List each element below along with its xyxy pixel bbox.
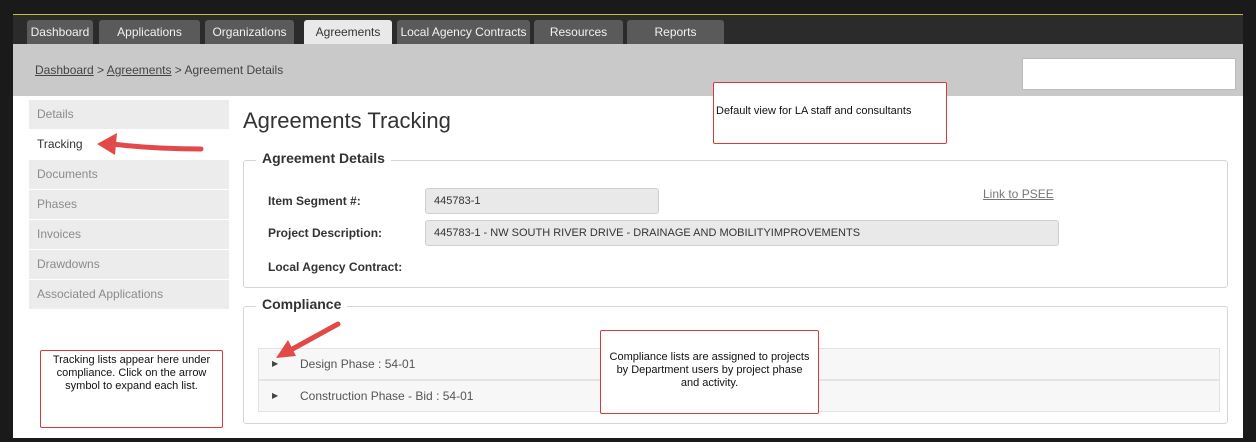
- page-title: Agreements Tracking: [243, 108, 451, 133]
- sidebar-item-details[interactable]: Details: [29, 100, 229, 130]
- callout-compliance-lists: Compliance lists are assigned to project…: [600, 330, 819, 414]
- callout-tracking-lists: Tracking lists appear here under complia…: [40, 350, 223, 428]
- top-nav: Dashboard Applications Organizations Agr…: [13, 14, 1243, 45]
- breadcrumb-separator: >: [174, 63, 182, 77]
- tab-resources[interactable]: Resources: [534, 20, 623, 45]
- sidebar-item-phases[interactable]: Phases: [29, 190, 229, 220]
- breadcrumb-link-dashboard[interactable]: Dashboard: [35, 63, 94, 77]
- caret-right-icon[interactable]: ▶: [272, 381, 278, 411]
- breadcrumb-link-agreements[interactable]: Agreements: [107, 63, 172, 77]
- compliance-row-label: Design Phase : 54-01: [300, 357, 416, 371]
- sidebar-item-documents[interactable]: Documents: [29, 160, 229, 190]
- local-agency-contract-label: Local Agency Contract:: [268, 260, 403, 274]
- breadcrumb-current: Agreement Details: [184, 63, 284, 77]
- tab-organizations[interactable]: Organizations: [205, 20, 294, 45]
- tab-agreements[interactable]: Agreements: [304, 20, 392, 45]
- project-description-label: Project Description:: [268, 226, 383, 240]
- item-segment-field[interactable]: 445783-1: [425, 188, 659, 214]
- project-description-field[interactable]: 445783-1 - NW SOUTH RIVER DRIVE - DRAINA…: [425, 220, 1059, 246]
- agreement-details-legend: Agreement Details: [256, 150, 391, 166]
- tab-applications[interactable]: Applications: [99, 20, 200, 45]
- link-to-psee[interactable]: Link to PSEE: [983, 187, 1054, 201]
- breadcrumb-bar: Dashboard > Agreements > Agreement Detai…: [13, 44, 1243, 96]
- sidebar: Details Tracking Documents Phases Invoic…: [29, 100, 229, 310]
- caret-right-icon[interactable]: ▶: [272, 349, 278, 379]
- breadcrumb: Dashboard > Agreements > Agreement Detai…: [35, 63, 283, 77]
- compliance-legend: Compliance: [256, 296, 348, 312]
- compliance-row-label: Construction Phase - Bid : 54-01: [300, 389, 474, 403]
- sidebar-item-drawdowns[interactable]: Drawdowns: [29, 250, 229, 280]
- breadcrumb-separator: >: [97, 63, 105, 77]
- tab-local-agency-contracts[interactable]: Local Agency Contracts: [397, 20, 530, 45]
- tab-reports[interactable]: Reports: [627, 20, 724, 45]
- callout-default-view: Default view for LA staff and consultant…: [713, 82, 947, 144]
- item-segment-label: Item Segment #:: [268, 194, 361, 208]
- sidebar-item-tracking[interactable]: Tracking: [29, 130, 229, 160]
- tab-dashboard[interactable]: Dashboard: [27, 20, 93, 45]
- sidebar-item-associated-applications[interactable]: Associated Applications: [29, 280, 229, 310]
- sidebar-item-invoices[interactable]: Invoices: [29, 220, 229, 250]
- header-search-box[interactable]: [1022, 58, 1236, 90]
- app-frame: Dashboard Applications Organizations Agr…: [13, 14, 1243, 438]
